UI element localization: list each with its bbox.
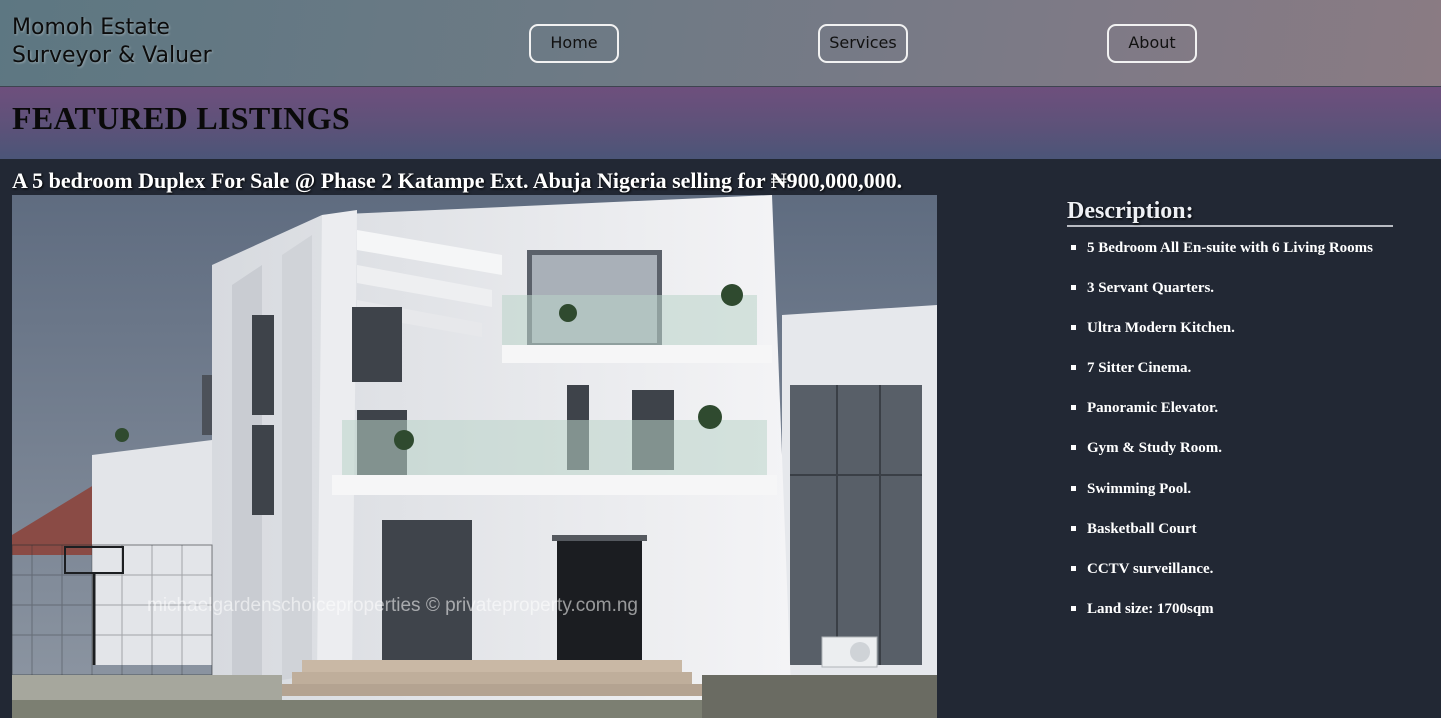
site-header: Momoh Estate Surveyor & Valuer Home Serv… [0,0,1441,87]
list-item: 7 Sitter Cinema. [1071,357,1373,397]
house-photo-illustration: michaelgardenschoiceproperties © private… [12,195,937,718]
brand-logo-text[interactable]: Momoh Estate Surveyor & Valuer [12,14,212,70]
listing-photo[interactable]: michaelgardenschoiceproperties © private… [12,195,937,718]
list-item: Panoramic Elevator. [1071,397,1373,437]
photo-watermark: michaelgardenschoiceproperties © private… [147,595,638,616]
brand-line-2: Surveyor & Valuer [12,43,212,68]
description-list: 5 Bedroom All En-suite with 6 Living Roo… [1071,237,1373,638]
featured-banner: FEATURED LISTINGS [0,87,1441,159]
nav-home-button[interactable]: Home [529,24,619,63]
list-item: Gym & Study Room. [1071,437,1373,477]
list-item: 5 Bedroom All En-suite with 6 Living Roo… [1071,237,1373,277]
list-item: 3 Servant Quarters. [1071,277,1373,317]
nav-services-button[interactable]: Services [818,24,908,63]
brand-line-1: Momoh Estate [12,15,170,40]
nav-about-button[interactable]: About [1107,24,1197,63]
featured-listings-heading: FEATURED LISTINGS [12,100,350,136]
list-item: Swimming Pool. [1071,478,1373,518]
list-item: Basketball Court [1071,518,1373,558]
list-item: CCTV surveillance. [1071,558,1373,598]
description-heading: Description: [1067,198,1393,227]
list-item: Land size: 1700sqm [1071,598,1373,638]
listing-title: A 5 bedroom Duplex For Sale @ Phase 2 Ka… [12,168,903,193]
list-item: Ultra Modern Kitchen. [1071,317,1373,357]
